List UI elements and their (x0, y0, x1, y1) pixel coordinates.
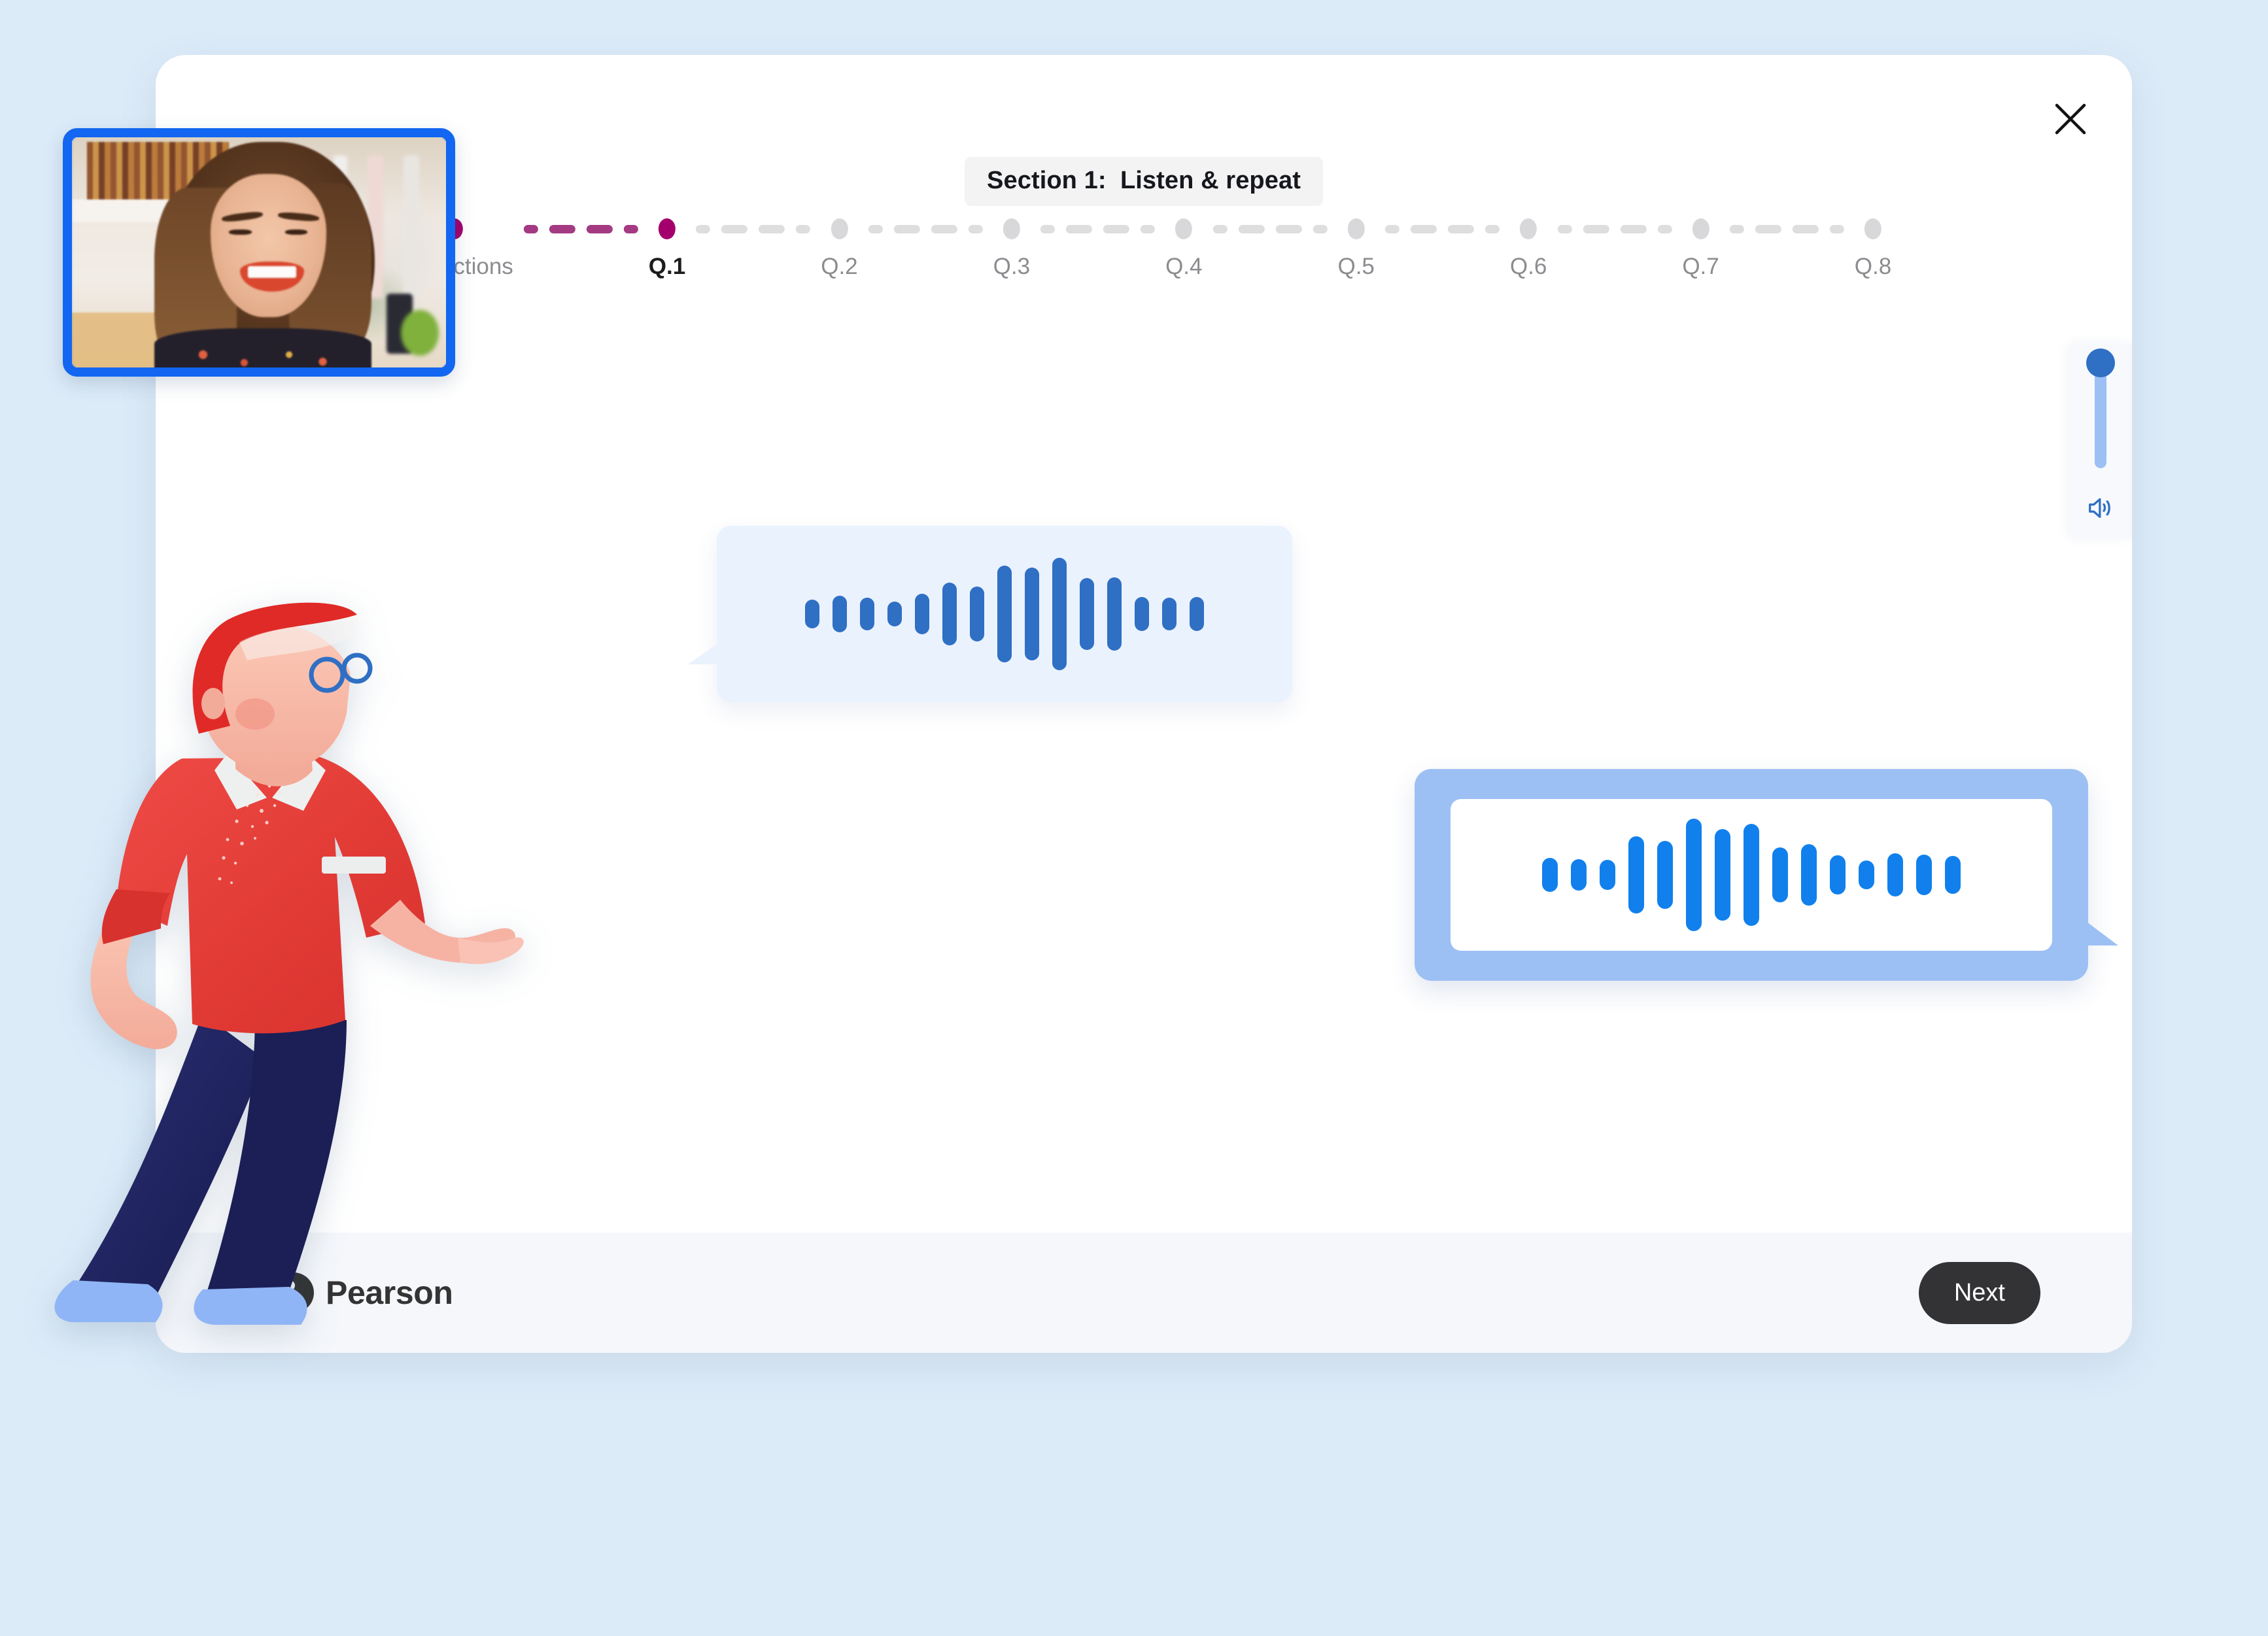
step-dot (659, 218, 676, 239)
step-label: Q.5 (1337, 254, 1375, 279)
volume-slider[interactable] (2086, 348, 2115, 468)
waveform-bar (1162, 598, 1177, 630)
waveform-bar (1715, 829, 1730, 921)
step-dot (1692, 218, 1710, 239)
waveform-bar (887, 602, 902, 626)
step-label: Q.3 (993, 254, 1031, 279)
character-left-sleeve (101, 889, 170, 944)
step-dot (1003, 218, 1020, 239)
character-ear (201, 688, 225, 719)
step-q5[interactable]: Q.5 (1337, 218, 1375, 280)
waveform-bar (1571, 859, 1587, 891)
waveform-bar (1107, 577, 1122, 651)
prompt-audio-bubble[interactable] (688, 526, 1292, 702)
waveform-bar (1686, 819, 1702, 931)
waveform-bar (1744, 824, 1759, 926)
step-label: Q.7 (1682, 254, 1719, 279)
waveform-bar (1830, 855, 1846, 895)
waveform-bar (1859, 861, 1874, 889)
step-dot (1347, 218, 1365, 239)
waveform-bar (1945, 856, 1961, 894)
step-q7[interactable]: Q.7 (1682, 218, 1719, 280)
section-title: Section 1: Listen & repeat (965, 157, 1323, 206)
volume-thumb[interactable] (2086, 348, 2115, 377)
waveform-bar (1628, 836, 1644, 913)
prompt-waveform (799, 558, 1211, 670)
response-audio-card (1451, 799, 2052, 951)
waveform-bar (1657, 841, 1673, 909)
step-dot (1864, 218, 1881, 239)
volume-fill (2095, 362, 2106, 468)
waveform-bar (1542, 858, 1558, 892)
waveform-bar (970, 587, 984, 641)
step-label: Q.4 (1165, 254, 1203, 279)
step-connector (1719, 218, 1855, 239)
step-connector (858, 218, 993, 239)
waveform-bar (1190, 597, 1204, 631)
step-q6[interactable]: Q.6 (1510, 218, 1547, 280)
progress-stepper: Instructions Q.1 Q.2 Q.3 Q.4 (396, 218, 1891, 280)
waveform-bar (805, 600, 819, 628)
step-label: Q.2 (821, 254, 858, 279)
step-connector (685, 218, 821, 239)
step-label: Q.1 (648, 254, 686, 279)
waveform-bar (1772, 847, 1788, 902)
character-name-tag (322, 857, 386, 874)
step-q4[interactable]: Q.4 (1165, 218, 1202, 280)
step-label: Q.6 (1509, 254, 1547, 279)
character-glasses-bridge (341, 668, 346, 673)
step-dot (1520, 218, 1538, 239)
step-connector (513, 218, 649, 239)
response-audio-bubble[interactable] (1415, 769, 2118, 981)
step-connector (1202, 218, 1337, 239)
waveform-bar (1600, 860, 1615, 890)
step-connector (1547, 218, 1682, 239)
step-dot (831, 218, 848, 239)
waveform-bar (1801, 844, 1817, 906)
waveform-bar (833, 596, 847, 632)
waveform-bar (1052, 558, 1067, 670)
close-glyph (2055, 103, 2086, 135)
step-q2[interactable]: Q.2 (821, 218, 858, 280)
waveform-bar (1887, 853, 1903, 896)
step-label: Q.8 (1854, 254, 1892, 279)
character-front-shoe (194, 1287, 307, 1325)
close-icon[interactable] (2039, 88, 2102, 150)
waveform-bar (1916, 855, 1932, 895)
waveform-bar (997, 566, 1012, 662)
volume-panel (2069, 343, 2132, 539)
step-q8[interactable]: Q.8 (1855, 218, 1891, 280)
step-connector (1375, 218, 1510, 239)
waveform-bar (860, 598, 874, 630)
waveform-bar (1080, 578, 1094, 650)
waveform-bar (915, 594, 929, 634)
step-q3[interactable]: Q.3 (993, 218, 1030, 280)
step-connector (1030, 218, 1165, 239)
self-view-video[interactable] (63, 128, 455, 377)
character-back-shoe (54, 1280, 163, 1322)
step-q1[interactable]: Q.1 (649, 218, 685, 280)
response-waveform (1536, 819, 1967, 931)
webcam-blur-overlay (72, 137, 446, 367)
speaker-icon[interactable] (2086, 493, 2116, 523)
character-blush (235, 698, 275, 730)
waveform-bar (1025, 568, 1039, 660)
step-dot (1175, 218, 1193, 239)
next-button[interactable]: Next (1918, 1261, 2040, 1324)
waveform-bar (1135, 597, 1149, 631)
waveform-bar (942, 583, 957, 645)
screen: Section 1: Listen & repeat Instructions … (0, 0, 2268, 1636)
illustration-character (39, 562, 576, 1347)
